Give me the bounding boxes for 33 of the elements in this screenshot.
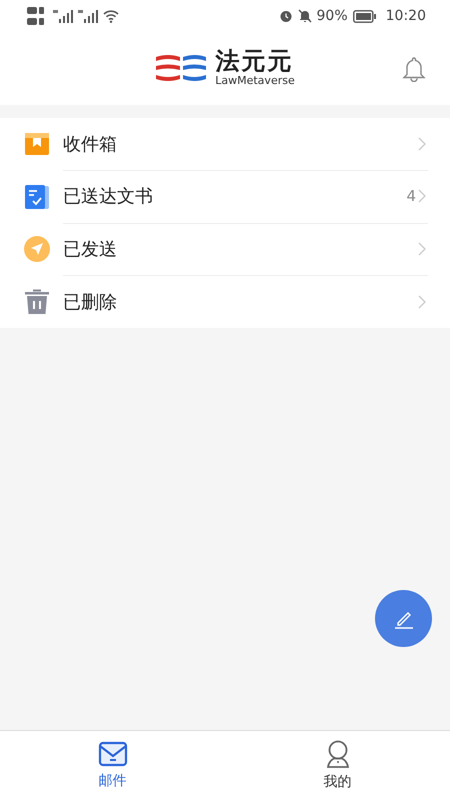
tab[interactable]: 邮件 bbox=[0, 731, 225, 800]
chevron-icon bbox=[418, 136, 426, 151]
trash-icon bbox=[24, 288, 50, 315]
chevron-icon bbox=[418, 294, 426, 309]
battery-percent: 90% bbox=[316, 8, 348, 24]
notification-bell-icon[interactable] bbox=[402, 56, 426, 82]
checklist-document-icon bbox=[24, 184, 50, 210]
menu-item[interactable]: 收件箱 bbox=[0, 118, 450, 170]
chevron-icon bbox=[418, 242, 426, 256]
signal-icon bbox=[53, 9, 73, 23]
box-icon bbox=[24, 132, 50, 156]
mute-icon bbox=[298, 9, 312, 23]
menu-item[interactable]: 已删除 bbox=[0, 276, 450, 328]
signal-icon bbox=[78, 9, 98, 23]
menu-label: 收件箱 bbox=[63, 132, 118, 156]
paper-plane-icon bbox=[24, 236, 50, 262]
battery-icon bbox=[352, 10, 377, 22]
envelope-icon bbox=[98, 741, 128, 767]
clock-time: 10:20 bbox=[386, 8, 426, 24]
item-count: 4 bbox=[406, 187, 416, 206]
alarm-icon bbox=[278, 9, 293, 23]
menu-item[interactable]: 已发送 bbox=[0, 223, 450, 276]
wifi-icon bbox=[103, 10, 119, 22]
chevron-icon bbox=[418, 189, 426, 204]
menu-label: 已删除 bbox=[63, 290, 118, 314]
logo-subtitle: LawMetaverse bbox=[215, 75, 295, 86]
person-icon bbox=[324, 740, 350, 768]
logo-title: 法元元 bbox=[215, 49, 294, 73]
menu-item[interactable]: 已送达文书 4 bbox=[0, 170, 450, 223]
logo-icon bbox=[155, 52, 208, 82]
menu-label: 已发送 bbox=[63, 238, 118, 261]
tab[interactable]: 我的 bbox=[225, 731, 450, 800]
menu-label: 已送达文书 bbox=[63, 185, 154, 208]
